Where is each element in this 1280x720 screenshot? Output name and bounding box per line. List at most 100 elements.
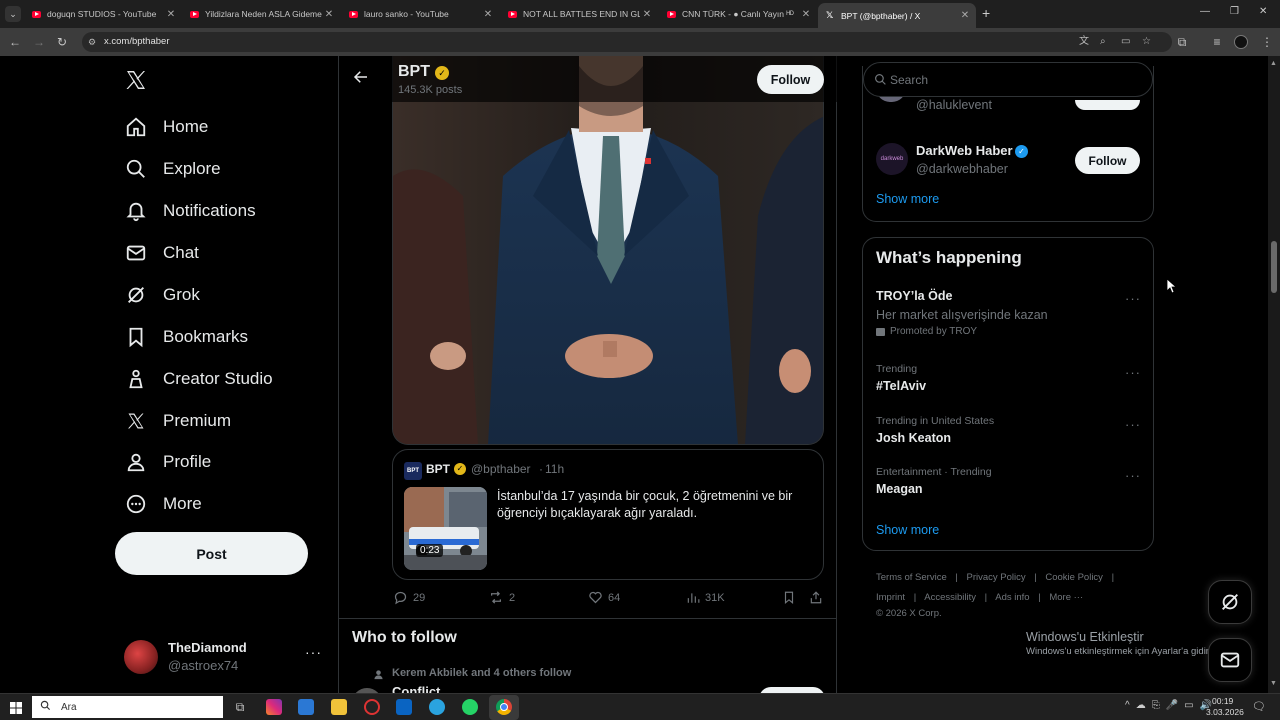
browser-tab[interactable]: Yildizlara Neden ASLA Gidemey ✕ — [182, 3, 340, 25]
browser-app-icon[interactable] — [364, 699, 380, 715]
whatsapp-icon[interactable] — [462, 699, 478, 715]
browser-tab[interactable]: NOT ALL BATTLES END IN GLOR ✕ — [500, 3, 658, 25]
bookmark-button[interactable] — [782, 590, 801, 605]
more-options-icon[interactable]: ··· — [1125, 468, 1141, 483]
share-button[interactable] — [809, 590, 828, 605]
trend-item[interactable]: Trending in United States Josh Keaton ··… — [876, 415, 1141, 447]
page-scrollbar[interactable]: ▲ ▼ — [1268, 56, 1280, 693]
suggested-user-name[interactable]: DarkWeb Haber — [916, 143, 1013, 158]
reply-button[interactable]: 29 — [393, 590, 425, 605]
nav-more[interactable]: More — [124, 489, 202, 519]
trend-item-promoted[interactable]: TROY’la Öde Her market alışverişinde kaz… — [876, 289, 1141, 339]
grok-floating-button[interactable] — [1208, 580, 1252, 624]
video-thumbnail[interactable]: 0:23 — [404, 487, 487, 570]
address-bar[interactable]: ⚙ x.com/bpthaber 文 ⌕ ▭ ☆ — [82, 32, 1172, 52]
show-more-link[interactable]: Show more — [876, 523, 939, 537]
nav-notifications[interactable]: Notifications — [124, 196, 256, 226]
suggested-user-name[interactable]: Conflict — [392, 684, 440, 693]
more-options-icon[interactable]: ··· — [1125, 291, 1141, 306]
trend-item[interactable]: Trending #TelAviv ··· — [876, 363, 1141, 395]
post-image[interactable] — [392, 56, 824, 445]
instagram-icon[interactable] — [266, 699, 282, 715]
cast-icon[interactable]: ▭ — [1121, 32, 1130, 52]
post-button[interactable]: Post — [115, 532, 308, 575]
task-view-icon[interactable]: ⧉ — [232, 699, 248, 715]
like-button[interactable]: 64 — [588, 590, 620, 605]
privacy-link[interactable]: Privacy Policy — [967, 572, 1026, 583]
close-tab-icon[interactable]: ✕ — [322, 9, 336, 20]
terms-link[interactable]: Terms of Service — [876, 572, 947, 583]
nav-home[interactable]: Home — [124, 112, 208, 142]
new-tab-button[interactable]: + — [982, 5, 990, 21]
browser-tab[interactable]: doguqn STUDIOS - YouTube ✕ — [24, 3, 182, 25]
nav-chat[interactable]: Chat — [124, 238, 199, 268]
nav-explore[interactable]: Explore — [124, 154, 221, 184]
extensions-icon[interactable]: ⧉ — [1174, 34, 1190, 50]
browser-tab[interactable]: lauro sanko - YouTube ✕ — [341, 3, 499, 25]
back-arrow-icon[interactable] — [352, 68, 370, 91]
reload-icon[interactable]: ↻ — [54, 34, 70, 50]
follow-button[interactable]: Follow — [1075, 147, 1140, 174]
scrollbar-thumb[interactable] — [1271, 241, 1277, 293]
repost-button[interactable]: 2 — [488, 590, 515, 605]
x-logo-icon[interactable] — [124, 68, 148, 92]
file-explorer-icon[interactable] — [331, 699, 347, 715]
system-tray[interactable]: ^☁⎘🎤▭🔊 — [1125, 700, 1218, 711]
imprint-link[interactable]: Imprint — [876, 592, 905, 603]
footer-more-link[interactable]: More ··· — [1049, 592, 1083, 603]
scroll-up-icon[interactable]: ▲ — [1270, 60, 1277, 67]
site-info-icon[interactable]: ⚙ — [88, 32, 96, 52]
close-tab-icon[interactable]: ✕ — [799, 9, 813, 20]
chat-floating-button[interactable] — [1208, 638, 1252, 682]
notification-center-icon[interactable]: 🗨 — [1252, 700, 1266, 713]
nav-grok[interactable]: Grok — [124, 280, 200, 310]
restore-window-icon[interactable]: ❐ — [1230, 6, 1239, 17]
minimize-window-icon[interactable]: — — [1200, 6, 1210, 17]
account-switcher[interactable]: TheDiamond @astroex74 ··· — [124, 638, 324, 678]
close-tab-icon[interactable]: ✕ — [958, 10, 972, 21]
accessibility-link[interactable]: Accessibility — [924, 592, 976, 603]
views-button[interactable]: 31K — [686, 590, 725, 605]
close-tab-icon[interactable]: ✕ — [481, 9, 495, 20]
store-app-icon[interactable] — [396, 699, 412, 715]
zoom-icon[interactable]: ⌕ — [1100, 32, 1106, 52]
video-duration-badge: 0:23 — [416, 544, 444, 557]
forward-icon[interactable]: → — [31, 34, 47, 50]
chrome-taskbar-active[interactable] — [489, 695, 519, 720]
taskbar-search[interactable]: Ara — [32, 696, 223, 718]
quoted-post[interactable]: BPT BPT ✓ @bpthaber · 11h 0:23 İstanbul’… — [392, 449, 824, 580]
nav-premium[interactable]: Premium — [124, 406, 231, 436]
follow-button[interactable]: Follow — [757, 65, 824, 94]
back-icon[interactable]: ← — [7, 34, 23, 50]
more-options-icon[interactable]: ··· — [1125, 365, 1141, 380]
close-tab-icon[interactable]: ✕ — [640, 9, 654, 20]
bookmark-star-icon[interactable]: ☆ — [1142, 32, 1151, 52]
follow-button[interactable] — [1075, 100, 1140, 110]
close-window-icon[interactable]: ✕ — [1259, 6, 1267, 17]
nav-label: Explore — [163, 159, 221, 178]
browser-menu-icon[interactable]: ⋮ — [1259, 34, 1275, 50]
windows-start-icon[interactable] — [10, 701, 22, 714]
show-more-link[interactable]: Show more — [876, 192, 939, 206]
media-control-icon[interactable]: ≡ — [1209, 34, 1225, 50]
browser-tab[interactable]: CNN TÜRK - ● Canlı Yayın ᴴᴰ ✕ — [659, 3, 817, 25]
profile-icon[interactable] — [1234, 35, 1248, 49]
nav-bookmarks[interactable]: Bookmarks — [124, 322, 248, 352]
close-tab-icon[interactable]: ✕ — [164, 9, 178, 20]
youtube-icon — [667, 10, 676, 18]
separator: · — [539, 462, 543, 476]
settings-app-icon[interactable] — [298, 699, 314, 715]
telegram-icon[interactable] — [429, 699, 445, 715]
more-options-icon[interactable]: ··· — [1125, 417, 1141, 432]
tab-list-button[interactable]: ⌄ — [5, 6, 21, 22]
account-more-icon[interactable]: ··· — [305, 644, 322, 660]
scroll-down-icon[interactable]: ▼ — [1270, 680, 1277, 687]
trend-item[interactable]: Entertainment · Trending Meagan ··· — [876, 466, 1141, 498]
search-input[interactable]: Search — [863, 62, 1153, 97]
nav-creator-studio[interactable]: Creator Studio — [124, 364, 273, 394]
translate-icon[interactable]: 文 — [1079, 32, 1089, 52]
ads-info-link[interactable]: Ads info — [995, 592, 1029, 603]
browser-tab-active[interactable]: 𝕏 BPT (@bpthaber) / X ✕ — [818, 3, 976, 28]
cookie-link[interactable]: Cookie Policy — [1045, 572, 1103, 583]
nav-profile[interactable]: Profile — [124, 447, 211, 477]
